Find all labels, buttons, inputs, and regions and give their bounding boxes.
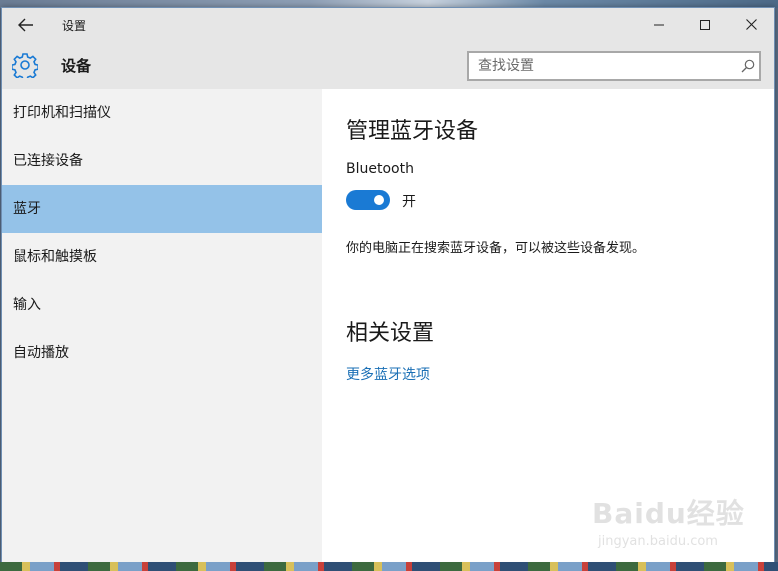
sidebar-item-bluetooth[interactable]: 蓝牙: [2, 185, 322, 233]
close-button[interactable]: [728, 8, 774, 41]
close-icon: [745, 19, 757, 30]
settings-window: 设置 设备 查找设置 打印机和扫描仪 已连接设备 蓝牙 鼠标和触摸板 输入 自动…: [1, 7, 775, 563]
back-button[interactable]: [10, 13, 42, 37]
sidebar-item-label: 自动播放: [13, 345, 69, 361]
sidebar-item-label: 输入: [13, 297, 41, 313]
sidebar-item-label: 打印机和扫描仪: [13, 105, 111, 121]
toggle-state-label: 开: [402, 194, 416, 210]
maximize-icon: [700, 19, 710, 30]
page-title: 管理蓝牙设备: [346, 119, 479, 144]
bluetooth-status-description: 你的电脑正在搜索蓝牙设备，可以被这些设备发现。: [346, 241, 646, 256]
sidebar-item-connected-devices[interactable]: 已连接设备: [2, 137, 322, 185]
title-bar: 设置: [2, 8, 774, 42]
sidebar-nav: 打印机和扫描仪 已连接设备 蓝牙 鼠标和触摸板 输入 自动播放: [2, 89, 322, 562]
related-settings-heading: 相关设置: [346, 321, 435, 346]
sidebar-item-label: 已连接设备: [13, 153, 83, 169]
bluetooth-label: Bluetooth: [346, 161, 414, 177]
taskbar-strip: [0, 562, 778, 571]
sidebar-item-printers-scanners[interactable]: 打印机和扫描仪: [2, 89, 322, 137]
sidebar-item-mouse-touchpad[interactable]: 鼠标和触摸板: [2, 233, 322, 281]
sidebar-item-label: 鼠标和触摸板: [13, 249, 97, 265]
search-box[interactable]: [467, 51, 761, 81]
sidebar-item-typing[interactable]: 输入: [2, 281, 322, 329]
settings-header: 设备: [2, 42, 774, 89]
maximize-button[interactable]: [682, 8, 728, 41]
sidebar-item-label: 蓝牙: [13, 201, 41, 217]
search-input[interactable]: [469, 53, 729, 79]
minimize-icon: [654, 24, 664, 25]
watermark: Baidu经验 jingyan.baidu.com: [592, 488, 752, 558]
minimize-button[interactable]: [636, 8, 682, 41]
bluetooth-toggle[interactable]: [346, 190, 390, 210]
toggle-knob: [374, 195, 384, 205]
arrow-left-icon: [18, 18, 33, 32]
more-bluetooth-options-link[interactable]: 更多蓝牙选项: [346, 364, 430, 384]
watermark-logo: Baidu经验: [592, 497, 745, 530]
sidebar-item-autoplay[interactable]: 自动播放: [2, 329, 322, 377]
watermark-url: jingyan.baidu.com: [598, 534, 718, 549]
search-icon[interactable]: [741, 59, 755, 73]
window-title: 设置: [62, 19, 87, 33]
section-title: 设备: [61, 57, 92, 75]
gear-icon: [12, 53, 38, 78]
